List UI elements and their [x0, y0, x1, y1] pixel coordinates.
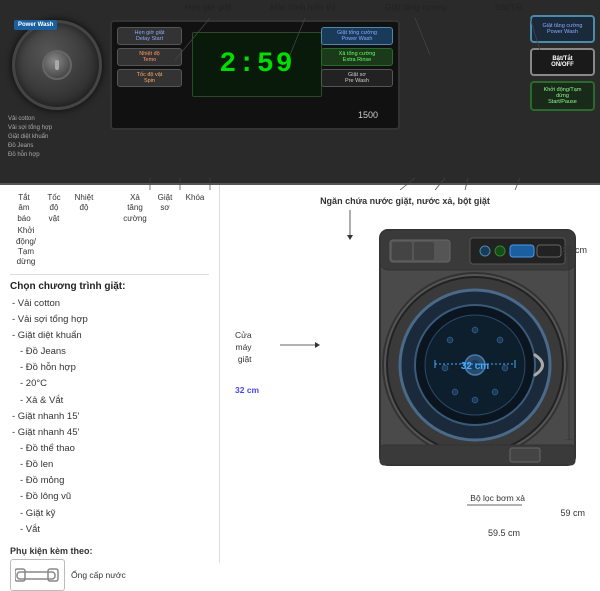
list-item: - Đồ mỏng	[10, 473, 209, 489]
panel-left-labels: Vải cotton Vải sợi tổng hợp Giặt diệt kh…	[8, 115, 52, 160]
program-list: - Vải cotton - Vải sợi tổng hợp - Giặt d…	[10, 296, 209, 538]
giat-so-label: Giặtsơ	[151, 193, 179, 224]
power-wash-big-btn[interactable]: Giặt tăng cườngPower Wash	[530, 15, 595, 43]
tat-am-bao-label: Tắtâmbáo	[10, 193, 38, 224]
main-display-screen: 2:59	[192, 32, 322, 97]
list-item: - Đồ thể thao	[10, 441, 209, 457]
height-arrow	[563, 255, 575, 440]
machine-diagram: Ngăn chứa nước giặt, nước xả, bột giặt	[225, 190, 595, 558]
storage-arrow	[310, 210, 390, 240]
panel-right-buttons: Giặt tăng cườngPower Wash Bật/TắtON/OFF …	[530, 15, 595, 111]
list-item: - Đồ Jeans	[10, 344, 209, 360]
right-machine-column: Ngăn chứa nước giặt, nước xả, bột giặt	[220, 185, 600, 563]
pre-wash-display-btn[interactable]: Giặt sơPre Wash	[321, 69, 393, 87]
washing-machine-svg: 32 cm	[360, 220, 590, 485]
xa-tang-cuong-label: Xảtăngcường	[121, 193, 149, 224]
dial-inner	[42, 50, 72, 80]
pipe-svg	[15, 565, 60, 585]
extra-rinse-display-btn[interactable]: Xả tổng cườngExtra Rinse	[321, 48, 393, 66]
list-item: - Giặt nhanh 45'	[10, 425, 209, 441]
temp-btn[interactable]: Nhiệt độTemo	[117, 48, 182, 66]
height-dim-label: 85 cm	[562, 245, 587, 255]
display-rpm: 1500	[358, 110, 378, 120]
list-item: - Đồ lông vũ	[10, 489, 209, 505]
door-label: Cửamáygiặt	[235, 330, 252, 366]
bottom-section: Tắtâmbáo Tốcđộvật Nhiệtđộ Xảtăngcường Gi…	[0, 185, 600, 563]
width-dim-label: 59.5 cm	[488, 528, 520, 538]
list-item: - Đồ len	[10, 457, 209, 473]
pipe-label: Ống cấp nước	[71, 570, 126, 580]
dial-marker	[55, 60, 59, 70]
list-item: - Vải sợi tổng hợp	[10, 312, 209, 328]
delay-start-btn[interactable]: Hẹn giờ giặtDelay Start	[117, 27, 182, 45]
list-item: - Vải cotton	[10, 296, 209, 312]
program-dial[interactable]	[12, 20, 102, 110]
list-item: - Vắt	[10, 522, 209, 538]
khoa-label: Khóa	[181, 193, 209, 224]
display-right-buttons: Giặt tổng cườngPower Wash Xả tổng cườngE…	[321, 27, 393, 87]
start-pause-btn[interactable]: Khởi động/Tạm dừngStart/Pause	[530, 81, 595, 111]
accessories-section: Phụ kiện kèm theo: Ống cấp nước	[10, 546, 209, 591]
on-off-btn[interactable]: Bật/TắtON/OFF	[530, 48, 595, 76]
left-info-column: Tắtâmbáo Tốcđộvật Nhiệtđộ Xảtăngcường Gi…	[0, 185, 220, 563]
khoi-dong-label: Khởiđộng/Tạmdừng	[10, 226, 42, 268]
pump-arrow	[467, 500, 527, 510]
svg-text:32 cm: 32 cm	[461, 361, 489, 372]
storage-label: Ngăn chứa nước giặt, nước xả, bột giặt	[245, 195, 565, 208]
accessories-title: Phụ kiện kèm theo:	[10, 546, 209, 556]
spin-btn[interactable]: Tốc độ vậtSpin	[117, 69, 182, 87]
door-arrow	[280, 338, 320, 353]
program-title: Chọn chương trình giặt:	[10, 281, 209, 292]
page-container: Power Wash Vải cotton Vải sợi tổng hợp G…	[0, 0, 600, 563]
depth-dim-label: 59 cm	[560, 508, 585, 518]
display-left-buttons: Hẹn giờ giặtDelay Start Nhiệt độTemo Tốc…	[117, 27, 182, 87]
list-item: - 20°C	[10, 376, 209, 392]
list-item: - Đồ hỗn hợp	[10, 360, 209, 376]
drum-size-label: 32 cm	[235, 385, 259, 395]
power-wash-badge: Power Wash	[14, 20, 57, 30]
power-wash-display-btn[interactable]: Giặt tổng cườngPower Wash	[321, 27, 393, 45]
list-item: - Giặt nhanh 15'	[10, 409, 209, 425]
nhiet-do-label: Nhiệtđộ	[70, 193, 98, 224]
list-item: - Giặt diệt khuẩn	[10, 328, 209, 344]
toc-do-vat-label: Tốcđộvật	[40, 193, 68, 224]
pipe-icon-box	[10, 559, 65, 591]
list-item: - Giặt kỹ	[10, 506, 209, 522]
bottom-panel-labels: Tắtâmbáo Tốcđộvật Nhiệtđộ Xảtăngcường Gi…	[10, 193, 209, 275]
list-item: - Xả & Vắt	[10, 393, 209, 409]
display-time: 2:59	[219, 49, 294, 80]
panel-section: Power Wash Vải cotton Vải sợi tổng hợp G…	[0, 0, 600, 185]
display-panel: Hẹn giờ giặtDelay Start Nhiệt độTemo Tốc…	[110, 20, 400, 130]
